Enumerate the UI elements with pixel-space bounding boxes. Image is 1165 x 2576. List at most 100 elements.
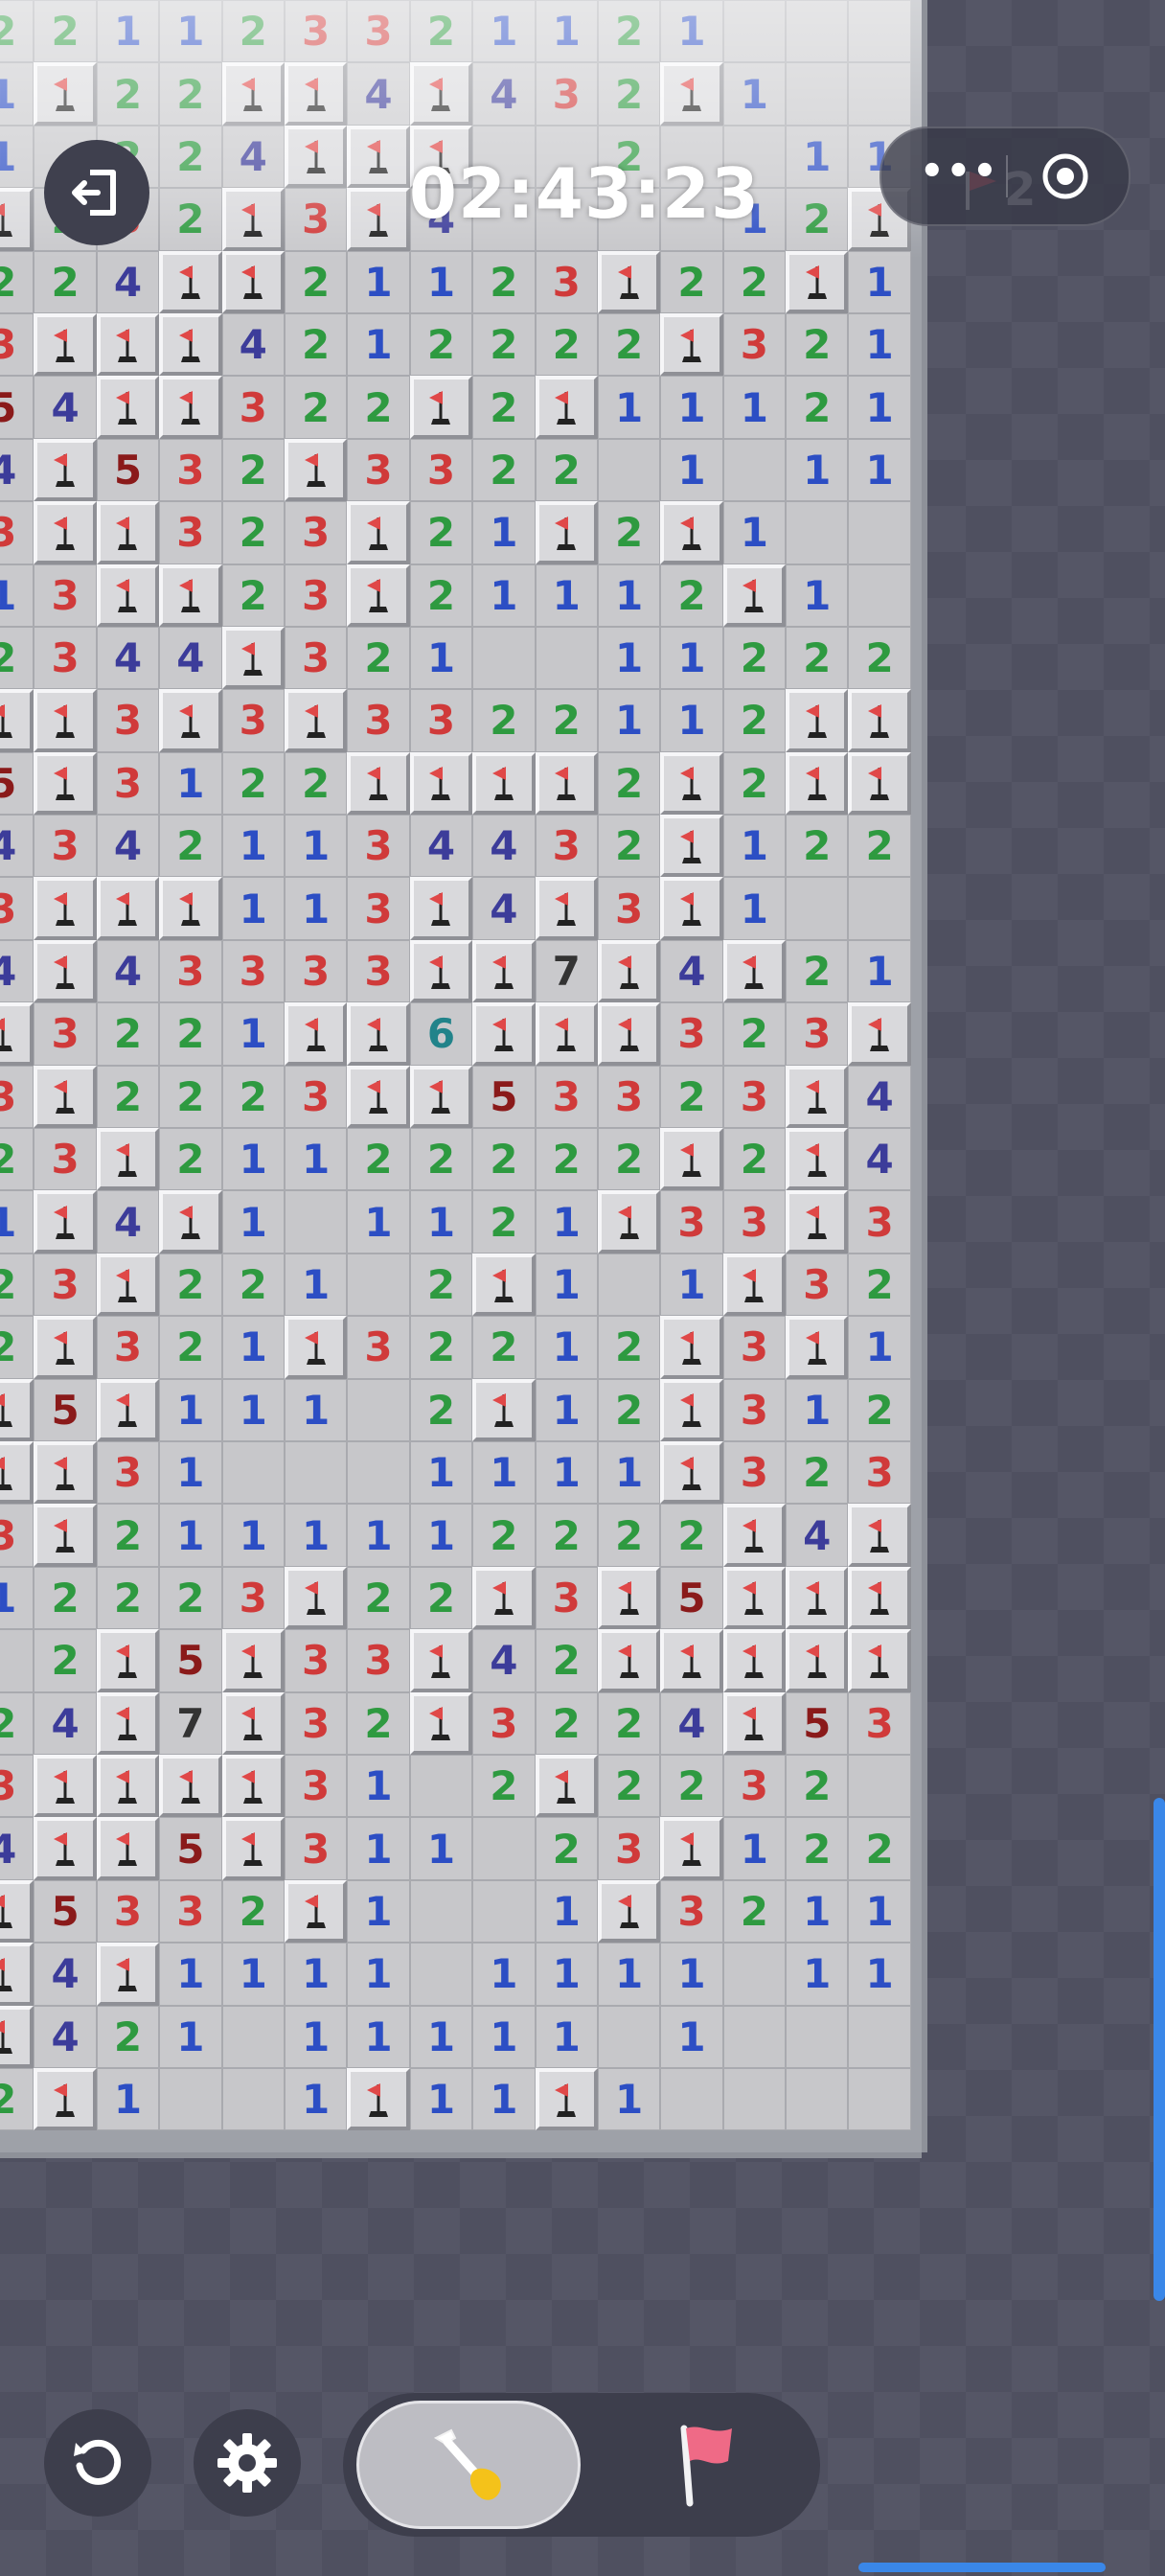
flagged-cell[interactable] — [96, 376, 160, 439]
flagged-cell[interactable] — [96, 1943, 160, 2006]
number-cell[interactable]: 4 — [472, 815, 536, 878]
number-cell[interactable]: 2 — [660, 250, 723, 313]
number-cell[interactable]: 2 — [722, 1879, 787, 1944]
flagged-cell[interactable] — [34, 1190, 97, 1254]
number-cell[interactable]: 4 — [34, 1691, 97, 1755]
empty-cell[interactable] — [722, 1943, 787, 2006]
number-cell[interactable]: 2 — [535, 1504, 598, 1567]
number-cell[interactable]: 2 — [535, 1817, 598, 1880]
number-cell[interactable]: 2 — [159, 1065, 222, 1129]
number-cell[interactable]: 1 — [472, 1943, 536, 2006]
number-cell[interactable]: 3 — [535, 1566, 598, 1630]
empty-cell[interactable] — [786, 877, 849, 940]
number-cell[interactable]: 3 — [0, 501, 34, 564]
flagged-cell[interactable] — [159, 1190, 222, 1254]
number-cell[interactable]: 2 — [221, 564, 285, 627]
number-cell[interactable]: 1 — [472, 564, 536, 627]
number-cell[interactable]: 1 — [409, 2005, 473, 2068]
number-cell[interactable]: 2 — [786, 1440, 849, 1505]
number-cell[interactable]: 2 — [786, 626, 849, 690]
number-cell[interactable]: 2 — [597, 0, 661, 63]
more-dots-icon[interactable]: ••• — [920, 150, 999, 194]
number-cell[interactable]: 1 — [284, 1943, 348, 2006]
empty-cell[interactable] — [848, 877, 911, 940]
number-cell[interactable]: 4 — [96, 939, 160, 1003]
number-cell[interactable]: 3 — [284, 1817, 348, 1880]
empty-cell[interactable] — [722, 0, 787, 63]
number-cell[interactable]: 1 — [597, 689, 661, 752]
flag-mode-button[interactable] — [630, 2403, 784, 2527]
flagged-cell[interactable] — [472, 1566, 536, 1630]
number-cell[interactable]: 2 — [848, 1817, 911, 1880]
number-cell[interactable]: 3 — [722, 1754, 787, 1818]
empty-cell[interactable] — [284, 1440, 348, 1505]
number-cell[interactable]: 2 — [221, 438, 285, 502]
number-cell[interactable]: 1 — [221, 1943, 285, 2006]
number-cell[interactable]: 2 — [472, 1754, 536, 1818]
number-cell[interactable]: 3 — [347, 877, 410, 940]
number-cell[interactable]: 3 — [347, 1316, 410, 1379]
number-cell[interactable]: 3 — [0, 877, 34, 940]
number-cell[interactable]: 1 — [221, 1378, 285, 1441]
number-cell[interactable]: 2 — [96, 2005, 160, 2068]
number-cell[interactable]: 3 — [0, 1504, 34, 1567]
empty-cell[interactable] — [221, 2005, 285, 2068]
flagged-cell[interactable] — [786, 1566, 849, 1630]
flagged-cell[interactable] — [535, 751, 598, 816]
flagged-cell[interactable] — [34, 1504, 97, 1567]
number-cell[interactable]: 2 — [96, 1002, 160, 1066]
flagged-cell[interactable] — [221, 188, 285, 251]
number-cell[interactable]: 1 — [848, 1943, 911, 2006]
number-cell[interactable]: 1 — [284, 1128, 348, 1191]
number-cell[interactable]: 1 — [159, 1504, 222, 1567]
flagged-cell[interactable] — [597, 1002, 661, 1066]
number-cell[interactable]: 1 — [472, 501, 536, 564]
flagged-cell[interactable] — [284, 1316, 348, 1379]
flagged-cell[interactable] — [786, 751, 849, 816]
flagged-cell[interactable] — [221, 1817, 285, 1880]
flagged-cell[interactable] — [96, 501, 160, 564]
empty-cell[interactable] — [347, 1378, 410, 1441]
number-cell[interactable]: 2 — [535, 312, 598, 377]
number-cell[interactable]: 1 — [535, 1943, 598, 2006]
flagged-cell[interactable] — [284, 1002, 348, 1066]
number-cell[interactable]: 1 — [722, 815, 787, 878]
number-cell[interactable]: 2 — [0, 0, 34, 63]
number-cell[interactable]: 3 — [535, 62, 598, 126]
number-cell[interactable]: 2 — [535, 689, 598, 752]
flagged-cell[interactable] — [96, 1253, 160, 1317]
number-cell[interactable]: 3 — [221, 939, 285, 1003]
number-cell[interactable]: 2 — [221, 501, 285, 564]
number-cell[interactable]: 2 — [409, 1378, 473, 1441]
number-cell[interactable]: 5 — [34, 1378, 97, 1441]
number-cell[interactable]: 1 — [786, 564, 849, 627]
number-cell[interactable]: 1 — [284, 1504, 348, 1567]
dig-mode-button[interactable] — [356, 2401, 581, 2529]
number-cell[interactable]: 1 — [535, 1879, 598, 1944]
number-cell[interactable]: 2 — [284, 250, 348, 313]
number-cell[interactable]: 4 — [472, 1629, 536, 1692]
flagged-cell[interactable] — [660, 312, 723, 377]
number-cell[interactable]: 2 — [597, 751, 661, 816]
number-cell[interactable]: 4 — [221, 125, 285, 189]
number-cell[interactable]: 1 — [722, 376, 787, 439]
number-cell[interactable]: 1 — [472, 2005, 536, 2068]
flagged-cell[interactable] — [96, 1817, 160, 1880]
number-cell[interactable]: 1 — [221, 877, 285, 940]
flagged-cell[interactable] — [159, 1754, 222, 1818]
number-cell[interactable]: 2 — [347, 1128, 410, 1191]
number-cell[interactable]: 1 — [347, 250, 410, 313]
number-cell[interactable]: 2 — [597, 1378, 661, 1441]
flagged-cell[interactable] — [660, 1440, 723, 1505]
number-cell[interactable]: 4 — [472, 62, 536, 126]
flagged-cell[interactable] — [660, 751, 723, 816]
number-cell[interactable]: 2 — [535, 1691, 598, 1755]
flagged-cell[interactable] — [0, 1879, 34, 1944]
number-cell[interactable]: 5 — [159, 1817, 222, 1880]
flagged-cell[interactable] — [34, 689, 97, 752]
number-cell[interactable]: 3 — [96, 689, 160, 752]
flagged-cell[interactable] — [409, 1691, 473, 1755]
flagged-cell[interactable] — [159, 564, 222, 627]
flagged-cell[interactable] — [347, 751, 410, 816]
number-cell[interactable]: 2 — [409, 564, 473, 627]
